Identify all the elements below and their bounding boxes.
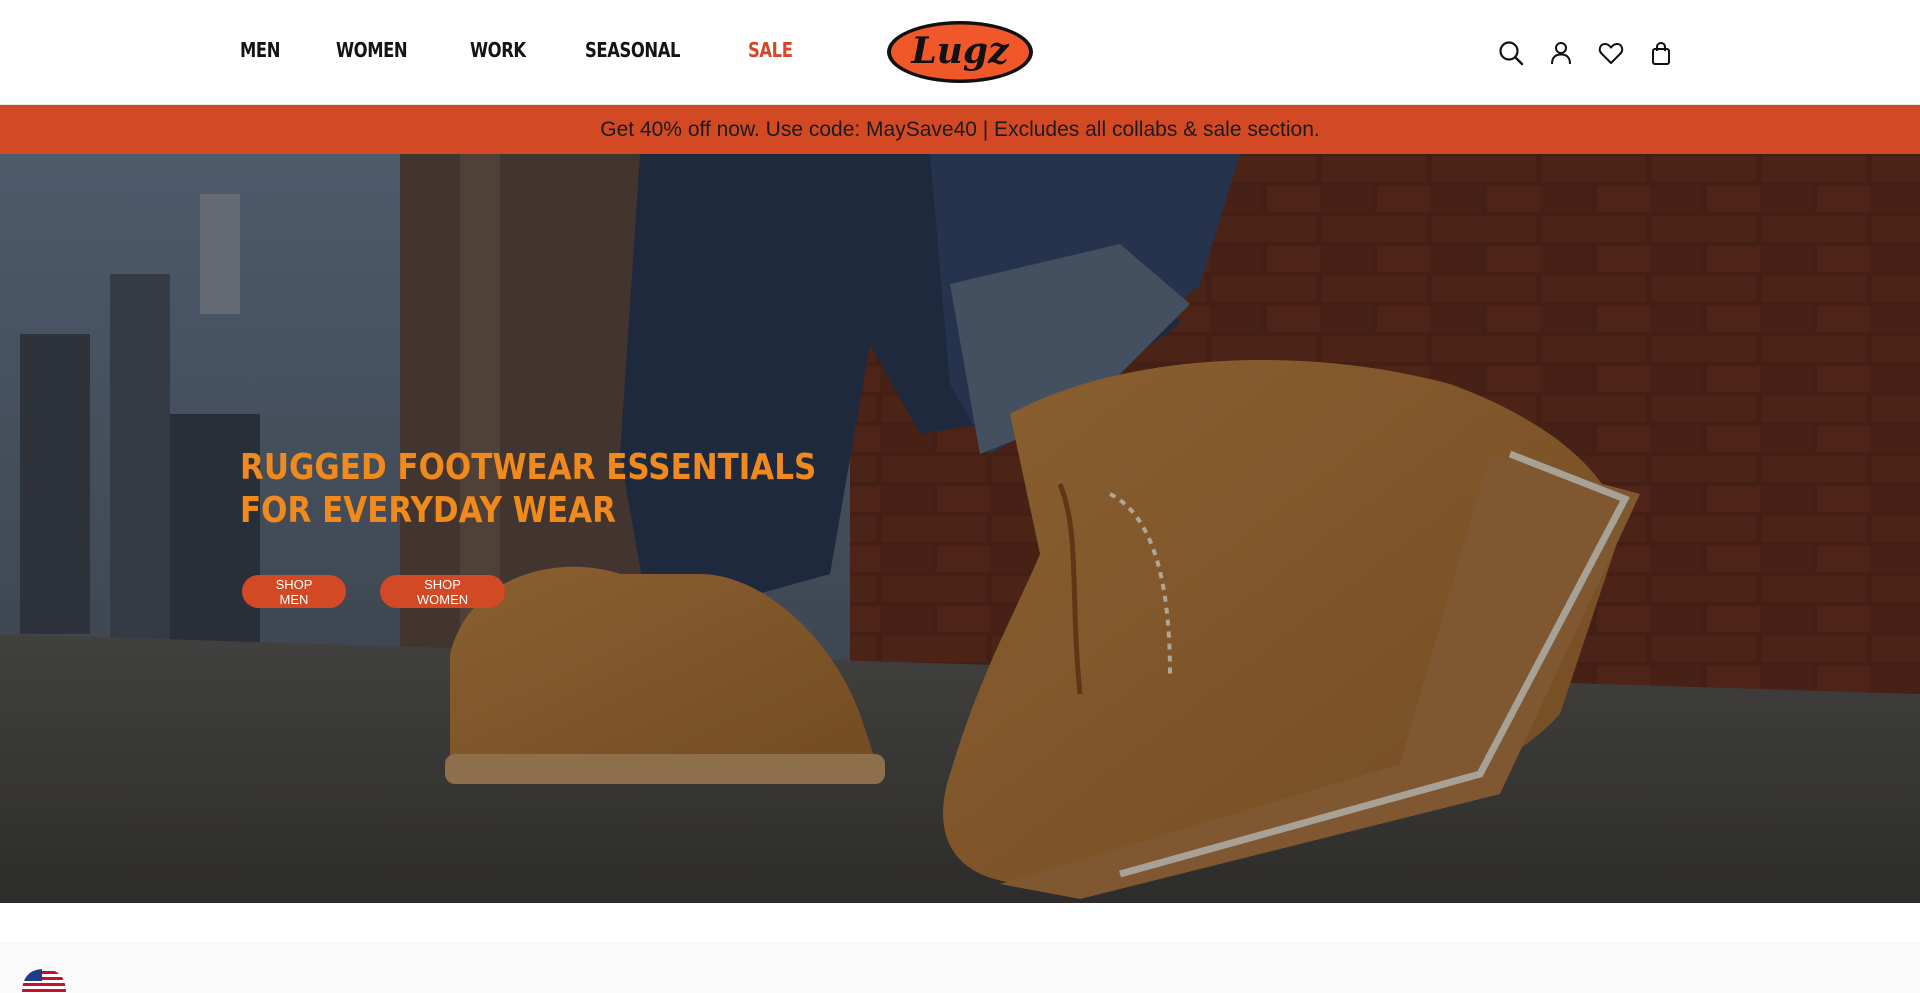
promo-banner: Get 40% off now. Use code: MaySave40 | E… [0, 105, 1920, 154]
header-icons [1496, 38, 1696, 68]
nav-women[interactable]: WOMEN [336, 38, 408, 62]
nav-work[interactable]: WORK [470, 38, 526, 62]
below-hero-section [0, 903, 1920, 993]
account-icon[interactable] [1546, 38, 1576, 68]
site-header: MEN WOMEN WORK SEASONAL SALE Lugz [0, 0, 1920, 105]
main-nav: MEN WOMEN WORK SEASONAL SALE [240, 38, 849, 62]
search-icon[interactable] [1496, 38, 1526, 68]
logo-wordmark: Lugz [910, 30, 1010, 72]
nav-sale[interactable]: SALE [748, 38, 793, 62]
wishlist-heart-icon[interactable] [1596, 38, 1626, 68]
shop-women-button[interactable]: SHOP WOMEN [380, 575, 505, 608]
brand-logo[interactable]: Lugz [885, 19, 1035, 85]
section-divider [0, 941, 1920, 993]
us-flag-icon[interactable] [20, 965, 68, 993]
hero-title-line-1: RUGGED FOOTWEAR ESSENTIALS [240, 447, 817, 488]
cart-bag-icon[interactable] [1646, 38, 1676, 68]
hero-title-line-2: FOR EVERYDAY WEAR [240, 490, 616, 531]
promo-text: Get 40% off now. Use code: MaySave40 | E… [600, 117, 1320, 141]
hero-title: RUGGED FOOTWEAR ESSENTIALS FOR EVERYDAY … [240, 446, 817, 532]
nav-seasonal[interactable]: SEASONAL [585, 38, 680, 62]
shop-men-button[interactable]: SHOP MEN [242, 575, 346, 608]
nav-men[interactable]: MEN [240, 38, 280, 62]
hero-banner: RUGGED FOOTWEAR ESSENTIALS FOR EVERYDAY … [0, 154, 1920, 903]
